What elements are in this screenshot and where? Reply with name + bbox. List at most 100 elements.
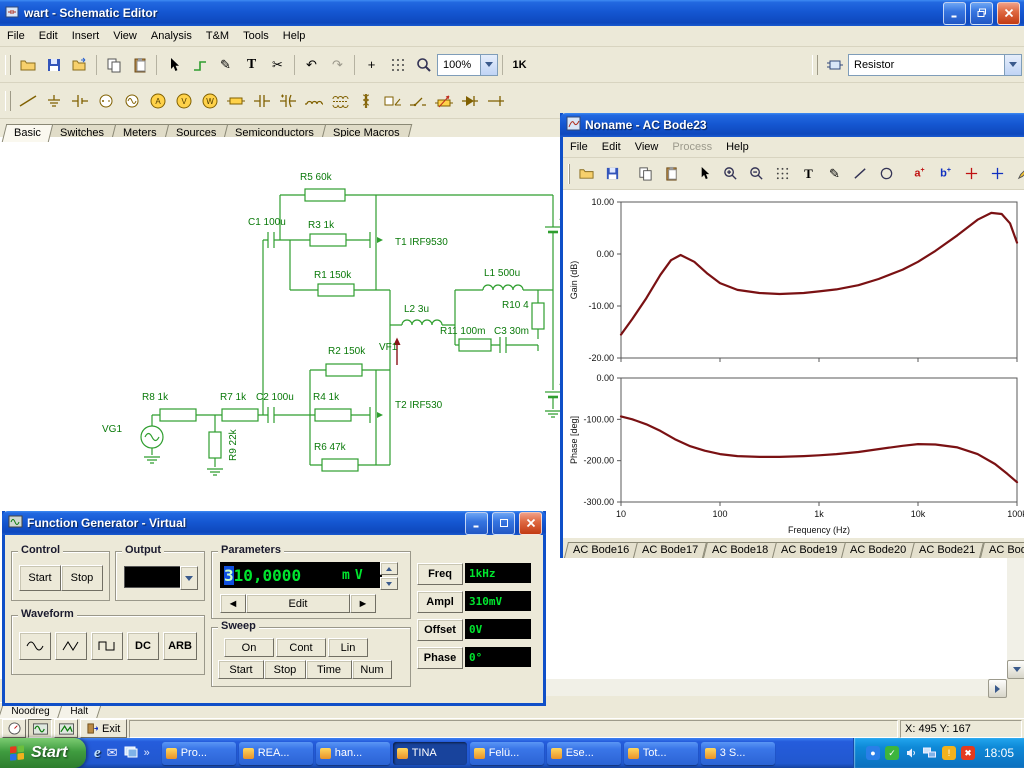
tab-basic[interactable]: Basic [1,124,54,142]
resistor-r11[interactable] [458,338,492,352]
resistor-r3[interactable] [309,233,347,247]
component-voltmeter-button[interactable]: V [171,88,196,113]
mosfet-t2[interactable] [366,370,383,465]
unit-display[interactable]: mV [338,562,382,588]
zoom-out-icon[interactable] [744,161,769,186]
voltage-probe-vf1[interactable] [393,337,401,366]
component-ammeter-button[interactable]: A [145,88,170,113]
menu-file[interactable]: File [563,139,595,155]
zoom-in-icon[interactable] [718,161,743,186]
paste-icon[interactable] [127,52,152,77]
component-capacitor-button[interactable] [249,88,274,113]
minimize-button[interactable] [943,1,966,25]
resistor-r5[interactable] [304,188,346,202]
mail-icon[interactable]: ✉ [107,745,118,761]
select-cursor-icon[interactable] [692,161,717,186]
component-generator-button[interactable] [119,88,144,113]
show-desktop-icon[interactable] [124,746,138,761]
schematic-editor-titlebar[interactable]: wart - Schematic Editor [0,0,1024,26]
component-selector-combobox[interactable]: Resistor [848,53,1022,76]
selected-digit[interactable]: 3 [224,565,234,585]
taskbar-task-ese[interactable]: Ese... [546,741,621,765]
taskbar-task-rea[interactable]: REA... [238,741,313,765]
bode-tab-acbode16[interactable]: AC Bode16 [564,542,639,558]
maximize-button[interactable] [492,511,515,535]
edit-button[interactable]: Edit [246,594,350,613]
component-switch-button[interactable] [405,88,430,113]
cut-tool-icon[interactable]: ✂ [265,52,290,77]
undo-icon[interactable]: ↶ [299,52,324,77]
menu-edit[interactable]: Edit [595,139,628,155]
bode-tab-acbode21[interactable]: AC Bode21 [910,542,985,558]
taskbar-task-fel[interactable]: Felü... [469,741,544,765]
component-coupled-inductors-button[interactable] [327,88,352,113]
scroll-right-button[interactable] [988,679,1007,698]
component-selector-arrow[interactable] [1004,54,1021,75]
battery-bottom[interactable] [545,391,561,399]
messenger-tray-icon[interactable]: ● [865,746,880,760]
spin-up-button[interactable] [380,562,398,575]
export-icon[interactable] [67,52,92,77]
wires[interactable] [151,194,554,467]
menu-help[interactable]: Help [719,139,756,155]
sweep-lin-button[interactable]: Lin [328,638,368,657]
toolbar-grip[interactable] [812,54,818,75]
gauge-icon[interactable] [2,719,26,738]
control-stop-button[interactable]: Stop [61,565,103,591]
menu-tm[interactable]: T&M [199,28,236,44]
component-inductor-button[interactable] [301,88,326,113]
toolbar-grip[interactable] [5,54,11,75]
paste-icon[interactable] [659,161,684,186]
cursor-b-marker-icon[interactable]: b+ [933,161,958,186]
pen-tool-icon[interactable]: ✎ [822,161,847,186]
crosshair-b-icon[interactable] [985,161,1010,186]
restore-button[interactable] [970,1,993,25]
horizontal-scrollbar[interactable] [540,679,1007,698]
bode-tab-acbode18[interactable]: AC Bode18 [702,542,777,558]
select-cursor-icon[interactable] [161,52,186,77]
volume-tray-icon[interactable] [904,746,918,760]
component-wire-button[interactable] [15,88,40,113]
save-icon[interactable] [41,52,66,77]
menu-help[interactable]: Help [276,28,313,44]
open-file-icon[interactable] [574,161,599,186]
component-electrolytic-capacitor-button[interactable] [275,88,300,113]
pen-tool-icon[interactable]: ✎ [213,52,238,77]
signal-analyzer-icon[interactable] [54,719,78,738]
internet-explorer-icon[interactable]: e [94,745,101,762]
toolbar-grip[interactable] [568,163,570,184]
resistor-r1[interactable] [317,283,355,297]
taskbar-task-tot[interactable]: Tot... [623,741,698,765]
unit-symbol[interactable]: V [355,568,363,583]
sweep-stop-button[interactable]: Stop [264,660,306,679]
cursor-a-marker-icon[interactable]: a+ [907,161,932,186]
safely-remove-tray-icon[interactable]: ✓ [884,746,899,760]
taskbar-task-han[interactable]: han... [315,741,390,765]
zoom-icon[interactable] [411,52,436,77]
voltage-generator-vg1[interactable] [140,425,164,449]
network-tray-icon[interactable] [923,746,937,760]
digit-left-button[interactable]: ◄ [220,594,246,613]
bode-titlebar[interactable]: Noname - AC Bode23 [560,113,1024,137]
inductor-l2[interactable] [401,319,443,326]
open-file-icon[interactable] [15,52,40,77]
resistor-r9[interactable] [208,431,222,459]
zoom-combobox[interactable]: 100% [437,53,498,76]
close-button[interactable] [997,1,1020,25]
component-resistor-button[interactable] [223,88,248,113]
copy-icon[interactable] [101,52,126,77]
bode-tab-acbode17[interactable]: AC Bode17 [633,542,708,558]
mosfet-t1[interactable] [366,195,383,290]
text-tool-icon[interactable]: T [796,161,821,186]
capacitor-c1[interactable] [267,232,275,248]
control-start-button[interactable]: Start [19,565,61,591]
component-list-icon[interactable] [822,52,847,77]
menu-analysis[interactable]: Analysis [144,28,199,44]
toolbar-grip[interactable] [5,90,11,111]
ellipse-tool-icon[interactable] [874,161,899,186]
crosshair-a-icon[interactable] [959,161,984,186]
resistor-r4[interactable] [314,408,352,422]
resistor-r10[interactable] [531,302,545,330]
battery-top[interactable] [545,226,561,234]
copy-icon[interactable] [633,161,658,186]
